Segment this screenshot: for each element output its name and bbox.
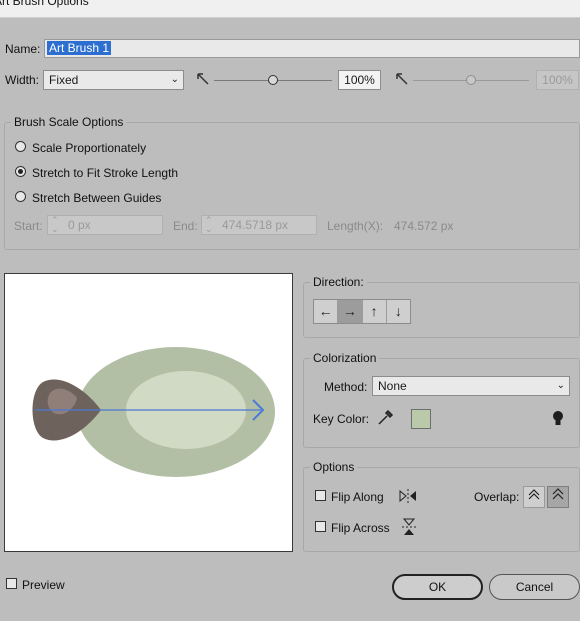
- start-field: ⌃ ⌄ 0 px: [47, 215, 163, 235]
- arrow-right-icon[interactable]: →: [338, 300, 363, 323]
- width-select[interactable]: Fixed ⌄: [43, 70, 184, 90]
- brush-scale-title: Brush Scale Options: [11, 115, 127, 129]
- variation-percent-field: 100%: [536, 70, 579, 90]
- lightbulb-tips-icon[interactable]: [552, 410, 564, 428]
- length-value: 474.572 px: [394, 219, 454, 233]
- brush-preview: [4, 273, 293, 552]
- method-select-value: None: [378, 379, 407, 393]
- width-label: Width:: [5, 73, 40, 87]
- direction-buttons: ← → ↑ ↓: [313, 299, 411, 324]
- flip-along-icon: [398, 487, 418, 505]
- flip-across-checkbox[interactable]: [315, 521, 326, 532]
- key-color-swatch[interactable]: [411, 409, 431, 429]
- brush-preview-art: [32, 347, 275, 477]
- ok-button[interactable]: OK: [392, 574, 483, 600]
- end-value: 474.5718 px: [222, 218, 289, 232]
- name-label: Name:: [5, 42, 41, 56]
- width-select-value: Fixed: [49, 73, 79, 87]
- scale-proportionately-label: Scale Proportionately: [32, 141, 147, 155]
- window-titlebar: Art Brush Options: [0, 0, 580, 18]
- length-label: Length(X):: [327, 219, 384, 233]
- flip-along-checkbox[interactable]: [315, 490, 326, 501]
- start-value: 0 px: [68, 218, 91, 232]
- key-color-label: Key Color:: [313, 412, 370, 426]
- window-title: Art Brush Options: [0, 0, 89, 8]
- stepper-icon: ⌃ ⌄: [51, 215, 59, 234]
- overlap-avoid-icon[interactable]: [547, 486, 569, 508]
- arrow-up-icon[interactable]: ↑: [363, 300, 387, 323]
- direction-title: Direction:: [310, 275, 367, 289]
- radio-scale-proportionately[interactable]: [15, 141, 26, 152]
- chevron-down-icon: ⌄: [170, 74, 179, 85]
- colorization-group: [303, 358, 580, 448]
- method-label: Method:: [324, 380, 368, 394]
- stretch-between-guides-label: Stretch Between Guides: [32, 191, 162, 205]
- options-title: Options: [310, 460, 358, 474]
- end-label: End:: [173, 219, 198, 233]
- width-slider-thumb[interactable]: [268, 75, 278, 85]
- flip-along-label: Flip Along: [331, 490, 384, 504]
- colorization-title: Colorization: [310, 351, 380, 365]
- start-label: Start:: [14, 219, 43, 233]
- arrow-down-icon[interactable]: ↓: [387, 300, 410, 323]
- overlap-adjust-corners-icon[interactable]: [523, 486, 545, 508]
- stepper-icon: ⌃ ⌄: [205, 215, 213, 234]
- method-select[interactable]: None ⌄: [372, 376, 570, 396]
- preview-checkbox[interactable]: [6, 578, 17, 589]
- end-field: ⌃ ⌄ 474.5718 px: [201, 215, 317, 235]
- overlap-label: Overlap:: [474, 490, 520, 504]
- preview-label: Preview: [22, 578, 65, 592]
- flip-across-label: Flip Across: [331, 521, 390, 535]
- chevron-down-icon: ⌄: [556, 380, 565, 391]
- options-group: [303, 467, 580, 552]
- name-input-value: Art Brush 1: [47, 41, 112, 55]
- arrow-left-icon[interactable]: ←: [314, 300, 339, 323]
- eyedropper-icon[interactable]: [376, 409, 394, 427]
- pen-width-icon: [196, 72, 210, 86]
- flip-across-icon: [400, 517, 418, 537]
- width-percent-field[interactable]: 100%: [338, 70, 381, 90]
- radio-stretch-to-fit[interactable]: [15, 166, 26, 177]
- pen-width-variation-icon: [395, 72, 409, 86]
- cancel-button[interactable]: Cancel: [489, 574, 580, 600]
- name-input[interactable]: Art Brush 1: [44, 39, 580, 58]
- radio-stretch-between-guides[interactable]: [15, 191, 26, 202]
- stretch-to-fit-label: Stretch to Fit Stroke Length: [32, 166, 179, 180]
- variation-slider-thumb: [466, 75, 476, 85]
